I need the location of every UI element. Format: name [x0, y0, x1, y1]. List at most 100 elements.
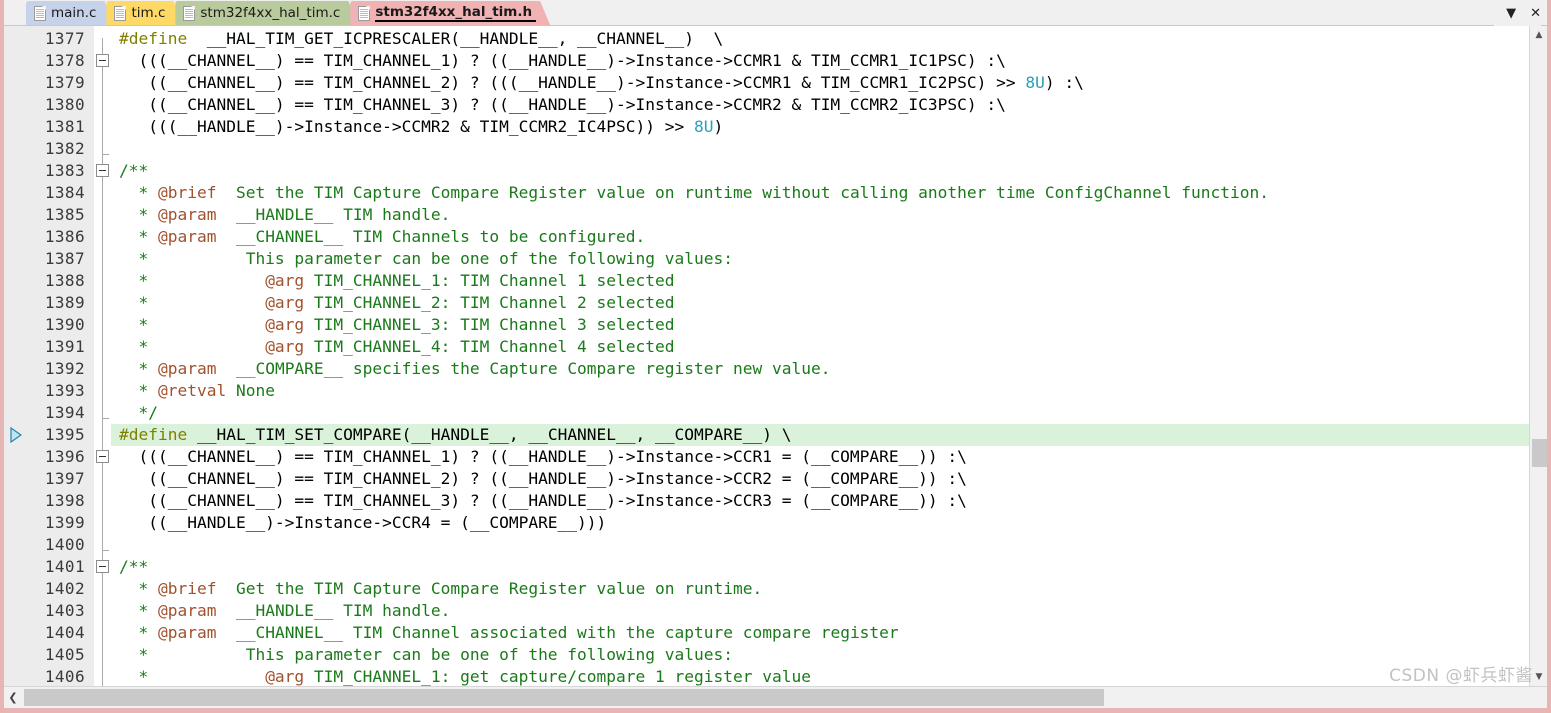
code-span: ) [713, 117, 724, 136]
code-span: * [119, 667, 266, 686]
scroll-down-icon[interactable]: ▼ [1530, 668, 1547, 686]
code-span: * [119, 205, 158, 224]
fold-collapse-box[interactable] [96, 164, 109, 177]
code-span: @brief [157, 183, 217, 202]
scroll-up-icon[interactable]: ▲ [1530, 26, 1547, 44]
code-span: * [119, 271, 266, 290]
code-line[interactable]: * @param __HANDLE__ TIM handle. [111, 204, 450, 226]
code-line[interactable]: * @arg TIM_CHANNEL_3: TIM Channel 3 sele… [111, 314, 675, 336]
line-number: 1398 [44, 491, 85, 510]
code-text-area[interactable]: #define __HAL_TIM_GET_ICPRESCALER(__HAND… [111, 26, 1547, 686]
line-number: 1394 [44, 403, 85, 422]
code-span: /** [119, 161, 149, 180]
line-number: 1387 [44, 249, 85, 268]
fold-region-end [102, 550, 109, 551]
code-span: (((__CHANNEL__) == TIM_CHANNEL_1) ? ((__… [119, 51, 1006, 70]
code-span: * This parameter can be one of the follo… [119, 249, 733, 268]
code-span: __COMPARE__ specifies the Capture Compar… [216, 359, 831, 378]
code-line[interactable]: */ [111, 402, 158, 424]
line-number: 1381 [44, 117, 85, 136]
code-folding-column[interactable] [94, 26, 111, 686]
code-line[interactable]: #define __HAL_TIM_SET_COMPARE(__HANDLE__… [111, 424, 1547, 446]
line-number-gutter: 1377 1378 1379 1380 1381 1382 1383 1384 1385 1386… [26, 26, 94, 686]
code-span: #define [119, 29, 188, 48]
editor-tab-bar: main.c tim.c stm32f4xx_hal_tim.c stm32f4xx_… [4, 0, 1547, 26]
code-span: */ [119, 403, 158, 422]
code-line[interactable]: * @retval None [111, 380, 275, 402]
code-line[interactable]: (((__CHANNEL__) == TIM_CHANNEL_1) ? ((__… [111, 50, 1006, 72]
code-line[interactable]: /** [111, 556, 148, 578]
code-line[interactable]: * @arg TIM_CHANNEL_4: TIM Channel 4 sele… [111, 336, 674, 358]
vertical-scrollbar-thumb[interactable] [1532, 439, 1547, 467]
line-number: 1402 [44, 579, 85, 598]
line-number: 1396 [44, 447, 85, 466]
line-number: 1405 [44, 645, 85, 664]
code-line[interactable]: * @arg TIM_CHANNEL_2: TIM Channel 2 sele… [111, 292, 674, 314]
code-span: * [119, 337, 266, 356]
code-line[interactable]: * @arg TIM_CHANNEL_1: TIM Channel 1 sele… [111, 270, 674, 292]
code-span: __CHANNEL__ TIM Channel associated with … [216, 623, 899, 642]
code-span: * [119, 381, 158, 400]
code-line[interactable]: ((__HANDLE__)->Instance->CCR4 = (__COMPA… [111, 512, 606, 534]
code-span: @param [157, 227, 217, 246]
line-number: 1397 [44, 469, 85, 488]
breakpoint-marker-column[interactable] [4, 26, 26, 686]
code-line[interactable]: * This parameter can be one of the follo… [111, 644, 733, 666]
scroll-left-icon[interactable]: ❮ [4, 687, 22, 708]
code-span: @arg [265, 293, 305, 312]
code-span: ((__CHANNEL__) == TIM_CHANNEL_2) ? (((__… [119, 73, 1026, 92]
code-span: 8U [1025, 73, 1045, 92]
fold-collapse-box[interactable] [96, 54, 109, 67]
editor-tab-stm32f4xx-hal-tim-h[interactable]: stm32f4xx_hal_tim.h [350, 1, 550, 25]
line-number: 1385 [44, 205, 85, 224]
code-line[interactable]: * This parameter can be one of the follo… [111, 248, 733, 270]
line-number: 1400 [44, 535, 85, 554]
line-number: 1379 [44, 73, 85, 92]
line-number: 1378 [44, 51, 85, 70]
tab-bar-controls: ▼ ✕ [1494, 0, 1541, 26]
code-line[interactable]: * @param __HANDLE__ TIM handle. [111, 600, 450, 622]
code-line[interactable]: * @param __CHANNEL__ TIM Channel associa… [111, 622, 899, 644]
code-span: @retval [157, 381, 227, 400]
code-line[interactable]: * @brief Get the TIM Capture Compare Reg… [111, 578, 762, 600]
fold-guide-line [102, 38, 103, 686]
code-span: @brief [157, 579, 217, 598]
code-line[interactable]: * @arg TIM_CHANNEL_1: get capture/compar… [111, 666, 810, 686]
line-number: 1386 [44, 227, 85, 246]
document-icon [114, 6, 126, 21]
line-number: 1391 [44, 337, 85, 356]
close-tab-icon[interactable]: ✕ [1530, 7, 1541, 20]
code-line[interactable]: * @brief Set the TIM Capture Compare Reg… [111, 182, 1269, 204]
code-line[interactable]: ((__CHANNEL__) == TIM_CHANNEL_2) ? (((__… [111, 72, 1084, 94]
editor-tab-main-c[interactable]: main.c [26, 1, 114, 25]
line-number: 1406 [44, 667, 85, 686]
code-span: * [119, 579, 158, 598]
code-span: * [119, 623, 158, 642]
code-line[interactable]: (((__HANDLE__)->Instance->CCMR2 & TIM_CC… [111, 116, 723, 138]
code-line[interactable] [111, 138, 119, 160]
horizontal-scrollbar[interactable]: ❮ [4, 686, 1547, 708]
editor-window: main.c tim.c stm32f4xx_hal_tim.c stm32f4xx_… [0, 0, 1551, 713]
horizontal-scrollbar-thumb[interactable] [24, 689, 1104, 706]
code-span: * [119, 293, 266, 312]
code-line[interactable]: ((__CHANNEL__) == TIM_CHANNEL_2) ? ((__H… [111, 468, 967, 490]
code-line[interactable]: * @param __COMPARE__ specifies the Captu… [111, 358, 830, 380]
code-editor[interactable]: 1377 1378 1379 1380 1381 1382 1383 1384 1385 1386… [4, 26, 1547, 686]
code-line[interactable]: (((__CHANNEL__) == TIM_CHANNEL_1) ? ((__… [111, 446, 966, 468]
code-line[interactable]: ((__CHANNEL__) == TIM_CHANNEL_3) ? ((__H… [111, 490, 967, 512]
line-number: 1401 [44, 557, 85, 576]
tab-list-dropdown-icon[interactable]: ▼ [1506, 7, 1516, 20]
code-span: TIM_CHANNEL_3: TIM Channel 3 selected [304, 315, 675, 334]
vertical-scrollbar[interactable]: ▲ ▼ [1529, 26, 1547, 686]
code-line[interactable] [111, 534, 119, 556]
line-number: 1390 [44, 315, 85, 334]
fold-collapse-box[interactable] [96, 560, 109, 573]
code-line[interactable]: * @param __CHANNEL__ TIM Channels to be … [111, 226, 645, 248]
code-line[interactable]: ((__CHANNEL__) == TIM_CHANNEL_3) ? ((__H… [111, 94, 1006, 116]
editor-tab-tim-c[interactable]: tim.c [106, 1, 183, 25]
editor-tab-stm32f4xx-hal-tim-c[interactable]: stm32f4xx_hal_tim.c [175, 1, 358, 25]
fold-collapse-box[interactable] [96, 450, 109, 463]
code-line[interactable]: #define __HAL_TIM_GET_ICPRESCALER(__HAND… [111, 28, 723, 50]
code-span: None [226, 381, 275, 400]
code-line[interactable]: /** [111, 160, 148, 182]
